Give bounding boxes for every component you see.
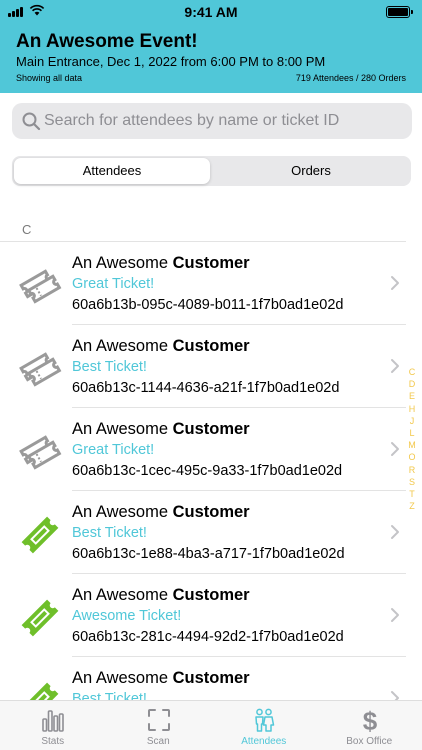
ticket-type: Best Ticket!: [72, 359, 147, 375]
ticket-icon: [19, 435, 62, 470]
battery-icon: [386, 6, 413, 18]
search-input[interactable]: [44, 103, 404, 139]
tab-label: Box Office: [346, 736, 393, 747]
index-letter[interactable]: S: [405, 476, 419, 488]
tab-stats[interactable]: Stats: [0, 701, 106, 750]
chevron-right-icon: [391, 359, 399, 373]
tab-scan[interactable]: Scan: [106, 701, 212, 750]
ticket-icon: [21, 516, 59, 554]
tab-label: Stats: [41, 736, 65, 747]
index-letter[interactable]: H: [405, 403, 419, 415]
chevron-right-icon: [391, 608, 399, 622]
attendee-name: An Awesome Customer: [72, 669, 250, 687]
chevron-right-icon: [391, 525, 399, 539]
chevron-right-icon: [391, 442, 399, 456]
ticket-type: Best Ticket!: [72, 691, 147, 700]
section-header: C: [22, 222, 32, 237]
tab-label: Attendees: [241, 736, 287, 747]
status-time: 9:41 AM: [184, 4, 238, 20]
event-title: An Awesome Event!: [16, 31, 198, 52]
ticket-type: Awesome Ticket!: [72, 608, 182, 624]
ticket-type: Great Ticket!: [72, 442, 155, 458]
list-item[interactable]: An Awesome Customer Best Ticket! 60a6b13…: [0, 325, 406, 408]
chevron-right-icon: [391, 691, 399, 700]
tab-attendees[interactable]: Attendees: [211, 701, 317, 750]
index-letter[interactable]: D: [405, 378, 419, 390]
attendee-name: An Awesome Customer: [72, 420, 250, 438]
bar-chart-icon: [42, 710, 64, 732]
ticket-type: Best Ticket!: [72, 525, 147, 541]
attendee-order-counts: 719 Attendees / 280 Orders: [295, 73, 406, 83]
search-icon: [22, 112, 41, 131]
ticket-id: 60a6b13c-1cec-495c-9a33-1f7b0ad1e02d: [72, 463, 343, 479]
search-bar[interactable]: [12, 103, 412, 139]
dollar-icon: $: [362, 707, 377, 733]
attendee-name: An Awesome Customer: [72, 586, 250, 604]
index-letter[interactable]: C: [405, 366, 419, 378]
segment-orders[interactable]: Orders: [213, 158, 409, 184]
segment-attendees[interactable]: Attendees: [14, 158, 210, 184]
attendee-name: An Awesome Customer: [72, 254, 250, 272]
ticket-icon: [19, 269, 62, 304]
filter-status[interactable]: Showing all data: [16, 73, 82, 83]
alphabet-index[interactable]: C D E H J L M O R S T Z: [405, 366, 419, 512]
index-letter[interactable]: R: [405, 464, 419, 476]
ticket-type: Great Ticket!: [72, 276, 155, 292]
event-subtitle: Main Entrance, Dec 1, 2022 from 6:00 PM …: [16, 54, 326, 69]
tab-box-office[interactable]: $ Box Office: [317, 701, 422, 750]
list-item[interactable]: An Awesome Customer Best Ticket! 60a6b13…: [0, 491, 406, 574]
index-letter[interactable]: Z: [405, 500, 419, 512]
index-letter[interactable]: J: [405, 415, 419, 427]
index-letter[interactable]: T: [405, 488, 419, 500]
ticket-id: 60a6b13c-281c-4494-92d2-1f7b0ad1e02d: [72, 629, 344, 645]
list-item[interactable]: An Awesome Customer Great Ticket! 60a6b1…: [0, 408, 406, 491]
attendee-list[interactable]: An Awesome Customer Great Ticket! 60a6b1…: [0, 242, 422, 700]
list-item[interactable]: An Awesome Customer Great Ticket! 60a6b1…: [0, 242, 406, 325]
list-item[interactable]: An Awesome Customer Awesome Ticket! 60a6…: [0, 574, 406, 657]
attendees-orders-segmented-control: Attendees Orders: [12, 156, 411, 186]
scan-icon: [147, 709, 170, 731]
index-letter[interactable]: O: [405, 451, 419, 463]
svg-text:$: $: [362, 707, 377, 733]
people-icon: [255, 708, 275, 732]
index-letter[interactable]: E: [405, 390, 419, 402]
index-letter[interactable]: L: [405, 427, 419, 439]
ticket-id: 60a6b13c-1e88-4ba3-a717-1f7b0ad1e02d: [72, 546, 345, 562]
list-item[interactable]: An Awesome Customer Best Ticket!: [0, 657, 406, 700]
ticket-id: 60a6b13b-095c-4089-b011-1f7b0ad1e02d: [72, 297, 344, 313]
tab-bar: Stats Scan Attendees $ Box Office: [0, 700, 422, 750]
attendee-name: An Awesome Customer: [72, 337, 250, 355]
ticket-id: 60a6b13c-1144-4636-a21f-1f7b0ad1e02d: [72, 380, 340, 396]
tab-label: Scan: [146, 736, 170, 747]
ticket-icon: [19, 352, 62, 387]
attendee-name: An Awesome Customer: [72, 503, 250, 521]
chevron-right-icon: [391, 276, 399, 290]
status-bar: 9:41 AM: [0, 0, 422, 24]
ticket-icon: [21, 599, 59, 637]
index-letter[interactable]: M: [405, 439, 419, 451]
ticket-icon: [21, 682, 59, 700]
event-header: 9:41 AM An Awesome Event! Main Entrance,…: [0, 0, 422, 93]
